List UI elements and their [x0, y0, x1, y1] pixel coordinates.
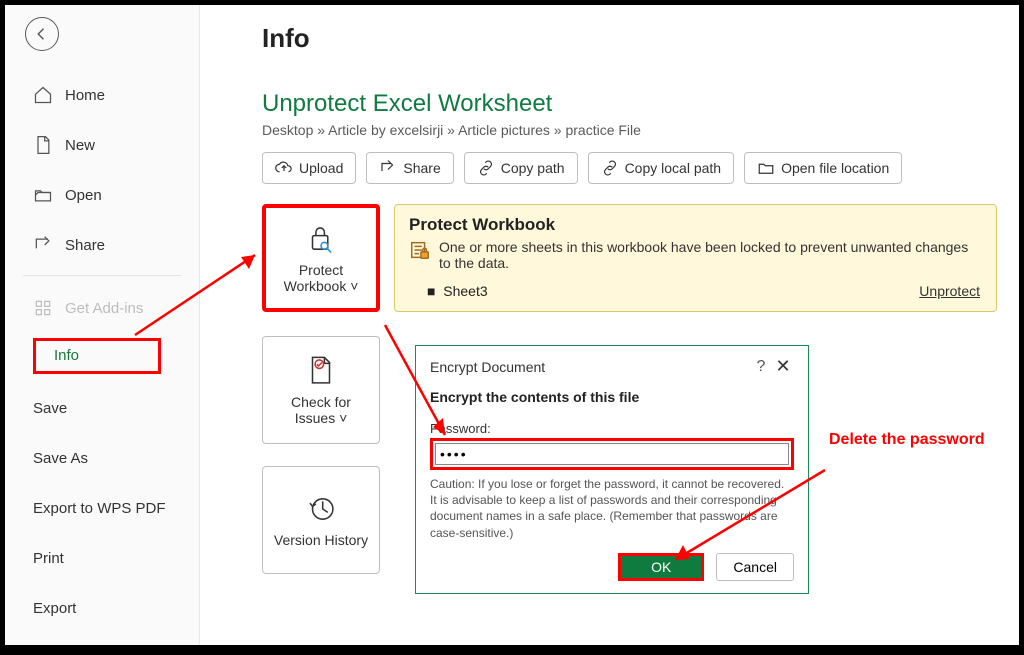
home-icon [33, 85, 53, 105]
action-row: Upload Share Copy path Copy local path O… [262, 152, 997, 184]
tile-label: Check for Issues ˅ [269, 394, 373, 426]
folder-icon [757, 159, 775, 177]
history-icon [304, 492, 338, 526]
dialog-title: Encrypt Document [430, 359, 750, 375]
sidebar-item-label: Share [65, 237, 105, 254]
file-icon [33, 135, 53, 155]
close-icon[interactable]: ✕ [772, 356, 794, 377]
button-label: Copy path [501, 160, 565, 176]
link-icon [601, 159, 619, 177]
share-icon [33, 235, 53, 255]
sidebar-item-label: Open [65, 187, 102, 204]
backstage-sidebar: Home New Open Share Get Add-ins Info [5, 5, 200, 645]
sidebar-item-share[interactable]: Share [5, 225, 199, 265]
share-arrow-icon [379, 159, 397, 177]
sidebar-item-export[interactable]: Export [5, 588, 199, 628]
sidebar-item-info[interactable]: Info [33, 338, 161, 374]
password-input[interactable] [435, 443, 789, 465]
panel-desc: One or more sheets in this workbook have… [439, 239, 980, 271]
document-title: Unprotect Excel Worksheet [262, 90, 997, 118]
password-box-highlight [430, 438, 794, 470]
sidebar-item-label: Export to WPS PDF [33, 500, 166, 517]
button-label: Upload [299, 160, 343, 176]
breadcrumb: Desktop » Article by excelsirji » Articl… [262, 122, 997, 138]
link-icon [477, 159, 495, 177]
tile-label: Version History [274, 532, 368, 548]
ok-button[interactable]: OK [618, 553, 704, 581]
sidebar-item-label: Export [33, 600, 76, 617]
sidebar-item-export-wps[interactable]: Export to WPS PDF [5, 488, 199, 528]
document-check-icon [304, 354, 338, 388]
open-location-button[interactable]: Open file location [744, 152, 902, 184]
sidebar-item-label: Get Add-ins [65, 300, 143, 317]
sidebar-item-home[interactable]: Home [5, 75, 199, 115]
protect-workbook-tile[interactable]: Protect Workbook ˅ [262, 204, 380, 312]
locked-sheet-name: ■ Sheet3 [409, 283, 488, 299]
help-icon[interactable]: ? [750, 358, 772, 376]
copy-local-path-button[interactable]: Copy local path [588, 152, 735, 184]
dialog-subtitle: Encrypt the contents of this file [430, 389, 794, 405]
copy-path-button[interactable]: Copy path [464, 152, 578, 184]
sidebar-item-get-addins[interactable]: Get Add-ins [5, 288, 199, 328]
locked-sheet-icon [409, 239, 431, 271]
button-label: Share [403, 160, 440, 176]
sidebar-item-label: Save As [33, 450, 88, 467]
share-button[interactable]: Share [366, 152, 453, 184]
password-label: Password: [430, 421, 794, 436]
unprotect-link[interactable]: Unprotect [919, 283, 980, 299]
cancel-button[interactable]: Cancel [716, 553, 794, 581]
button-label: Open file location [781, 160, 889, 176]
sidebar-item-label: Home [65, 87, 105, 104]
sidebar-item-open[interactable]: Open [5, 175, 199, 215]
sidebar-item-label: Info [54, 347, 79, 364]
encrypt-document-dialog: Encrypt Document ? ✕ Encrypt the content… [415, 345, 809, 594]
caution-text: Caution: If you lose or forget the passw… [430, 476, 794, 541]
check-for-issues-tile[interactable]: Check for Issues ˅ [262, 336, 380, 444]
addins-icon [33, 298, 53, 318]
sidebar-item-label: Save [33, 400, 67, 417]
page-title: Info [262, 23, 997, 54]
sidebar-item-new[interactable]: New [5, 125, 199, 165]
protect-workbook-panel: Protect Workbook One or more sheets in t… [394, 204, 997, 312]
sidebar-item-save[interactable]: Save [5, 388, 199, 428]
upload-button[interactable]: Upload [262, 152, 356, 184]
sidebar-item-label: New [65, 137, 95, 154]
annotation-delete-password: Delete the password [829, 430, 985, 449]
separator [23, 275, 181, 276]
tile-label: Protect Workbook ˅ [272, 262, 370, 294]
sidebar-item-label: Print [33, 550, 64, 567]
version-history-tile[interactable]: Version History [262, 466, 380, 574]
protect-row: Protect Workbook ˅ Protect Workbook One … [262, 204, 997, 312]
back-button[interactable] [25, 17, 59, 51]
folder-open-icon [33, 185, 53, 205]
cloud-upload-icon [275, 159, 293, 177]
panel-heading: Protect Workbook [409, 215, 980, 235]
lock-key-icon [304, 222, 338, 256]
sidebar-item-print[interactable]: Print [5, 538, 199, 578]
sidebar-item-save-as[interactable]: Save As [5, 438, 199, 478]
button-label: Copy local path [625, 160, 722, 176]
